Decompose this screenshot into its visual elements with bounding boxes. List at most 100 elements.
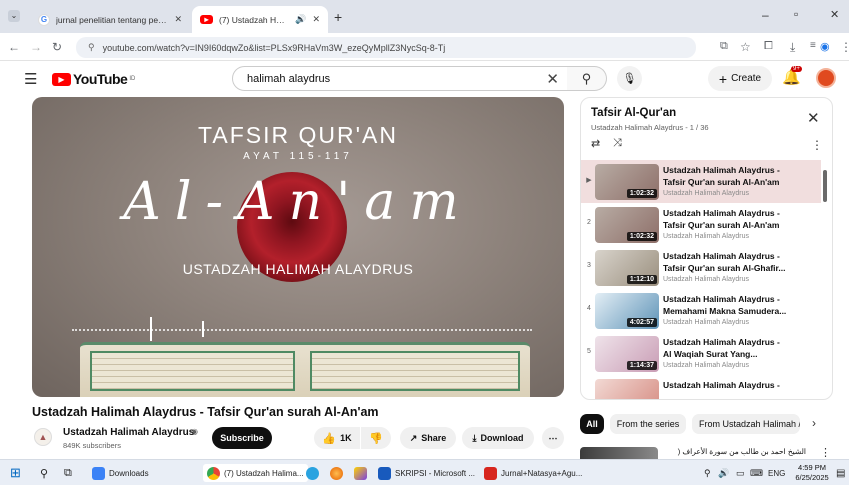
more-actions-button[interactable]: ⋯ bbox=[542, 427, 564, 449]
search-input[interactable]: halimah alaydrus ✕ bbox=[232, 66, 568, 91]
maximize-button[interactable]: ▫ bbox=[794, 7, 798, 21]
clear-search-icon[interactable]: ✕ bbox=[546, 70, 559, 88]
hamburger-menu-icon[interactable]: ☰ bbox=[24, 70, 37, 88]
playlist-thumbnail: 4:02:57 bbox=[595, 293, 659, 329]
playlist-thumbnail: 1:12:10 bbox=[595, 250, 659, 286]
playlist-item[interactable]: 2 1:02:32 Ustadzah Halimah Alaydrus - Ta… bbox=[581, 203, 821, 246]
youtube-logo[interactable]: ▶ YouTube ID bbox=[52, 71, 135, 87]
download-button[interactable]: ⤓ Download bbox=[462, 427, 534, 449]
bookmark-star-icon[interactable]: ☆ bbox=[740, 40, 751, 54]
url-text: youtube.com/watch?v=IN9I60dqwZo&list=PLS… bbox=[102, 42, 446, 53]
profile-icon[interactable]: ≡ bbox=[810, 40, 816, 51]
keyboard-icon[interactable]: ⌨ bbox=[750, 464, 763, 482]
quran-book-image bbox=[80, 342, 530, 397]
chip-from-channel[interactable]: From Ustadzah Halimah / bbox=[692, 414, 800, 434]
reload-icon[interactable]: ↻ bbox=[52, 40, 62, 54]
task-view-icon[interactable]: ⧉ bbox=[64, 464, 72, 482]
video-title: Ustadzah Halimah Alaydrus - Tafsir Qur'a… bbox=[32, 405, 379, 419]
shuffle-icon[interactable]: ⤨ bbox=[613, 137, 622, 150]
new-tab-button[interactable]: + bbox=[334, 9, 342, 25]
extensions-icon[interactable]: ⧠ bbox=[764, 40, 773, 53]
clock-time[interactable]: 4:59 PM bbox=[792, 463, 832, 472]
address-bar[interactable]: ⚲ youtube.com/watch?v=IN9I60dqwZo&list=P… bbox=[76, 37, 696, 58]
network-icon[interactable]: ⚲ bbox=[704, 464, 711, 482]
close-window-button[interactable]: ✕ bbox=[830, 8, 839, 21]
account-avatar[interactable] bbox=[816, 68, 836, 88]
playlist-item[interactable]: 4 4:02:57 Ustadzah Halimah Alaydrus - Me… bbox=[581, 289, 821, 332]
back-icon[interactable]: ← bbox=[8, 40, 20, 54]
taskbar-acrobat[interactable]: Jurnal+Natasya+Agu... bbox=[484, 464, 582, 482]
search-taskbar-icon[interactable]: ⚲ bbox=[40, 464, 48, 482]
playlist-item[interactable]: ▶ 1:02:32 Ustadzah Halimah Alaydrus - Ta… bbox=[581, 160, 821, 203]
playlist-meta: Ustadzah Halimah Alaydrus - 1 / 36 bbox=[591, 123, 709, 132]
playlist-scrollbar[interactable] bbox=[823, 170, 827, 202]
plus-icon: + bbox=[718, 70, 728, 87]
channel-name[interactable]: Ustadzah Halimah Alaydrus bbox=[63, 427, 194, 438]
folder-download-icon bbox=[92, 466, 105, 480]
download-icon[interactable]: ⤓ bbox=[790, 40, 795, 55]
chip-next-icon[interactable]: › bbox=[812, 416, 816, 430]
video-overlay-speaker: USTADZAH HALIMAH ALAYDRUS bbox=[182, 261, 414, 277]
playlist-item[interactable]: 5 1:14:37 Ustadzah Halimah Alaydrus - Al… bbox=[581, 332, 821, 375]
chip-all[interactable]: All bbox=[580, 414, 604, 434]
like-button[interactable]: 👍 1K bbox=[314, 427, 360, 449]
tab-jurnal[interactable]: G jurnal penelitian tentang peren ✕ bbox=[30, 6, 190, 33]
vscode-taskbar-icon[interactable] bbox=[354, 464, 371, 482]
playlist-panel: Tafsir Al-Qur'an Ustadzah Halimah Alaydr… bbox=[580, 97, 833, 400]
windows-logo-icon: ⊞ bbox=[10, 465, 21, 480]
forward-icon[interactable]: → bbox=[30, 40, 42, 54]
audio-icon[interactable]: 🔊 bbox=[295, 14, 306, 25]
volume-icon[interactable]: 🔊 bbox=[718, 464, 729, 482]
menu-icon[interactable]: ⋮ bbox=[840, 40, 849, 54]
playlist-close-icon[interactable]: ✕ bbox=[807, 109, 820, 127]
site-info-icon[interactable]: ⚲ bbox=[88, 42, 95, 53]
channel-avatar[interactable]: ▲ bbox=[34, 428, 52, 446]
acrobat-icon bbox=[484, 466, 497, 480]
taskbar-downloads[interactable]: Downloads bbox=[92, 464, 149, 482]
playlist-thumbnail: 1:02:32 bbox=[595, 207, 659, 243]
minimize-button[interactable]: – bbox=[762, 8, 769, 22]
close-tab-icon[interactable]: ✕ bbox=[312, 14, 320, 25]
recommendation-thumbnail[interactable] bbox=[580, 447, 658, 459]
audio-waveform bbox=[72, 329, 532, 331]
telegram-taskbar-icon[interactable] bbox=[306, 464, 323, 482]
taskbar-word[interactable]: SKRIPSI - Microsoft ... bbox=[378, 464, 475, 482]
tab-search-icon[interactable]: ⌄ bbox=[8, 10, 20, 22]
recommendation-title[interactable]: الشيخ احمد بن طالب من سورة الأعراف ( bbox=[666, 447, 806, 456]
windows-taskbar: ⊞ ⚲ ⧉ Downloads (7) Ustadzah Halima... S… bbox=[0, 459, 849, 485]
word-icon bbox=[378, 466, 391, 480]
playlist-item[interactable]: 3 1:12:10 Ustadzah Halimah Alaydrus - Ta… bbox=[581, 246, 821, 289]
youtube-favicon-icon: ▸ bbox=[200, 15, 213, 24]
thumbs-down-icon: 👎 bbox=[369, 432, 383, 445]
playlist-thumbnail: 1:02:32 bbox=[595, 164, 659, 200]
notification-center-icon[interactable]: ▤ bbox=[836, 464, 845, 482]
create-button[interactable]: + Create bbox=[708, 66, 772, 91]
subscribe-button[interactable]: Subscribe bbox=[212, 427, 272, 449]
settings-icon[interactable]: ◉ bbox=[820, 40, 830, 53]
playlist-item[interactable]: Ustadzah Halimah Alaydrus - bbox=[581, 375, 821, 399]
voice-search-button[interactable]: 🎙 bbox=[617, 66, 642, 91]
subscriber-count: 849K subscribers bbox=[63, 441, 121, 450]
close-tab-icon[interactable]: ✕ bbox=[174, 14, 182, 25]
clock-date[interactable]: 6/25/2025 bbox=[792, 473, 832, 482]
firefox-taskbar-icon[interactable] bbox=[330, 464, 347, 482]
playlist-title[interactable]: Tafsir Al-Qur'an bbox=[591, 107, 676, 119]
video-player[interactable]: TAFSIR QUR'AN AYAT 115-117 Al-An'am USTA… bbox=[32, 97, 564, 397]
video-overlay-script: Al-An'am bbox=[123, 172, 473, 232]
cast-icon[interactable]: ⧉ bbox=[720, 40, 728, 53]
search-button[interactable]: ⚲ bbox=[567, 66, 607, 91]
loop-icon[interactable]: ⇄ bbox=[591, 137, 600, 150]
share-icon: ↗ bbox=[409, 432, 418, 443]
tab-youtube[interactable]: ▸ (7) Ustadzah Halimah Alayd 🔊 ✕ bbox=[192, 6, 328, 33]
language-indicator[interactable]: ENG bbox=[768, 464, 785, 482]
chip-from-series[interactable]: From the series bbox=[610, 414, 686, 434]
dislike-button[interactable]: 👎 bbox=[361, 427, 391, 449]
notifications-button[interactable]: 🔔 9+ bbox=[782, 66, 804, 90]
start-button[interactable]: ⊞ bbox=[10, 464, 21, 482]
playlist-thumbnail bbox=[595, 379, 659, 399]
playlist-more-icon[interactable]: ⋮ bbox=[811, 138, 823, 152]
battery-icon[interactable]: ▭ bbox=[736, 464, 745, 482]
share-button[interactable]: ↗ Share bbox=[400, 427, 456, 449]
recommendation-more-icon[interactable]: ⋮ bbox=[820, 446, 831, 459]
taskbar-chrome[interactable]: (7) Ustadzah Halima... bbox=[203, 464, 308, 482]
